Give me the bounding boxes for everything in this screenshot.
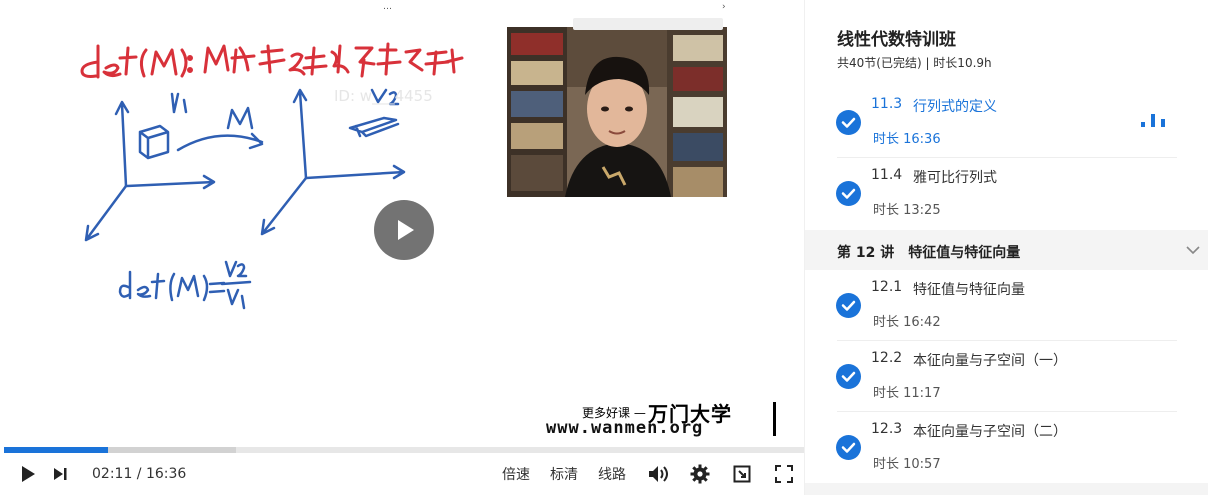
video-player[interactable]: ID: w___4455 … › 更多好课 — 万门大学 www.wanmen.… (0, 0, 804, 495)
lesson-number: 11.3 (871, 96, 903, 112)
chevron-down-icon (1186, 246, 1200, 255)
lesson-duration: 时长 16:42 (873, 315, 941, 330)
lesson-title: 行列式的定义 (913, 99, 997, 115)
lesson-item-11-4[interactable]: 11.4 雅可比行列式 时长 13:25 (805, 159, 1208, 229)
webcam-caption-bar (573, 18, 723, 30)
divider (837, 157, 1177, 158)
route-button[interactable]: 线路 (592, 453, 632, 495)
corner-mark: › (722, 2, 726, 12)
brand-divider (773, 402, 776, 436)
now-playing-icon (1141, 114, 1165, 127)
quality-label: 标清 (550, 467, 578, 483)
player-controls: 02:11 / 16:36 倍速 标清 线路 (0, 453, 804, 495)
lesson-number: 11.4 (871, 167, 903, 183)
chapter-header-12[interactable]: 第 12 讲 特征值与特征向量 (805, 230, 1208, 270)
lesson-title: 雅可比行列式 (913, 170, 997, 186)
fullscreen-button[interactable] (770, 453, 798, 495)
skip-next-icon (54, 468, 67, 480)
gear-icon (690, 464, 710, 484)
course-meta: 共40节(已完结) | 时长10.9h (837, 56, 992, 70)
wanmen-brand-watermark: 更多好课 — 万门大学 www.wanmen.org (546, 396, 776, 442)
picture-in-picture-button[interactable] (728, 453, 756, 495)
quality-button[interactable]: 标清 (544, 453, 584, 495)
lesson-title: 本征向量与子空间（一） (913, 353, 1067, 369)
completed-check-icon (836, 110, 861, 135)
lesson-item-12-1[interactable]: 12.1 特征值与特征向量 时长 16:42 (805, 271, 1208, 341)
chapter-title: 第 12 讲 特征值与特征向量 (837, 245, 1021, 261)
lesson-duration: 时长 10:57 (873, 457, 941, 472)
divider (837, 340, 1177, 341)
instructor-webcam (507, 27, 727, 197)
completed-check-icon (836, 435, 861, 460)
volume-button[interactable] (644, 453, 672, 495)
lesson-title: 本征向量与子空间（二） (913, 424, 1067, 440)
pip-icon (733, 465, 751, 483)
course-title: 线性代数特训班 (837, 30, 956, 50)
next-button[interactable] (46, 453, 74, 495)
lesson-item-12-3[interactable]: 12.3 本征向量与子空间（二） 时长 10:57 (805, 413, 1208, 483)
lesson-duration: 时长 16:36 (873, 132, 941, 147)
route-label: 线路 (598, 467, 626, 483)
next-chapter-strip (805, 483, 1208, 495)
course-sidebar: 线性代数特训班 共40节(已完结) | 时长10.9h 11.3 行列式的定义 … (804, 0, 1208, 495)
play-icon (22, 466, 35, 482)
lesson-duration: 时长 11:17 (873, 386, 941, 401)
lesson-item-12-2[interactable]: 12.2 本征向量与子空间（一） 时长 11:17 (805, 342, 1208, 412)
settings-button[interactable] (686, 453, 714, 495)
speed-button[interactable]: 倍速 (496, 453, 536, 495)
speed-label: 倍速 (502, 467, 530, 483)
lesson-duration: 时长 13:25 (873, 203, 941, 218)
user-watermark: ID: w___4455 (334, 87, 433, 105)
lesson-title: 特征值与特征向量 (913, 282, 1025, 298)
completed-check-icon (836, 181, 861, 206)
play-button[interactable] (14, 453, 42, 495)
completed-check-icon (836, 293, 861, 318)
lesson-number: 12.3 (871, 421, 903, 437)
lesson-number: 12.1 (871, 279, 903, 295)
play-icon (398, 220, 414, 240)
completed-check-icon (836, 364, 861, 389)
brand-url: www.wanmen.org (546, 418, 704, 438)
divider (837, 411, 1177, 412)
fullscreen-icon (775, 465, 793, 483)
lesson-item-11-3[interactable]: 11.3 行列式的定义 时长 16:36 (805, 88, 1208, 158)
dots-indicator: … (383, 2, 392, 12)
time-display: 02:11 / 16:36 (92, 466, 187, 482)
center-play-button[interactable] (374, 200, 434, 260)
player-page: ID: w___4455 … › 更多好课 — 万门大学 www.wanmen.… (0, 0, 1208, 495)
lesson-number: 12.2 (871, 350, 903, 366)
volume-icon (649, 466, 668, 482)
